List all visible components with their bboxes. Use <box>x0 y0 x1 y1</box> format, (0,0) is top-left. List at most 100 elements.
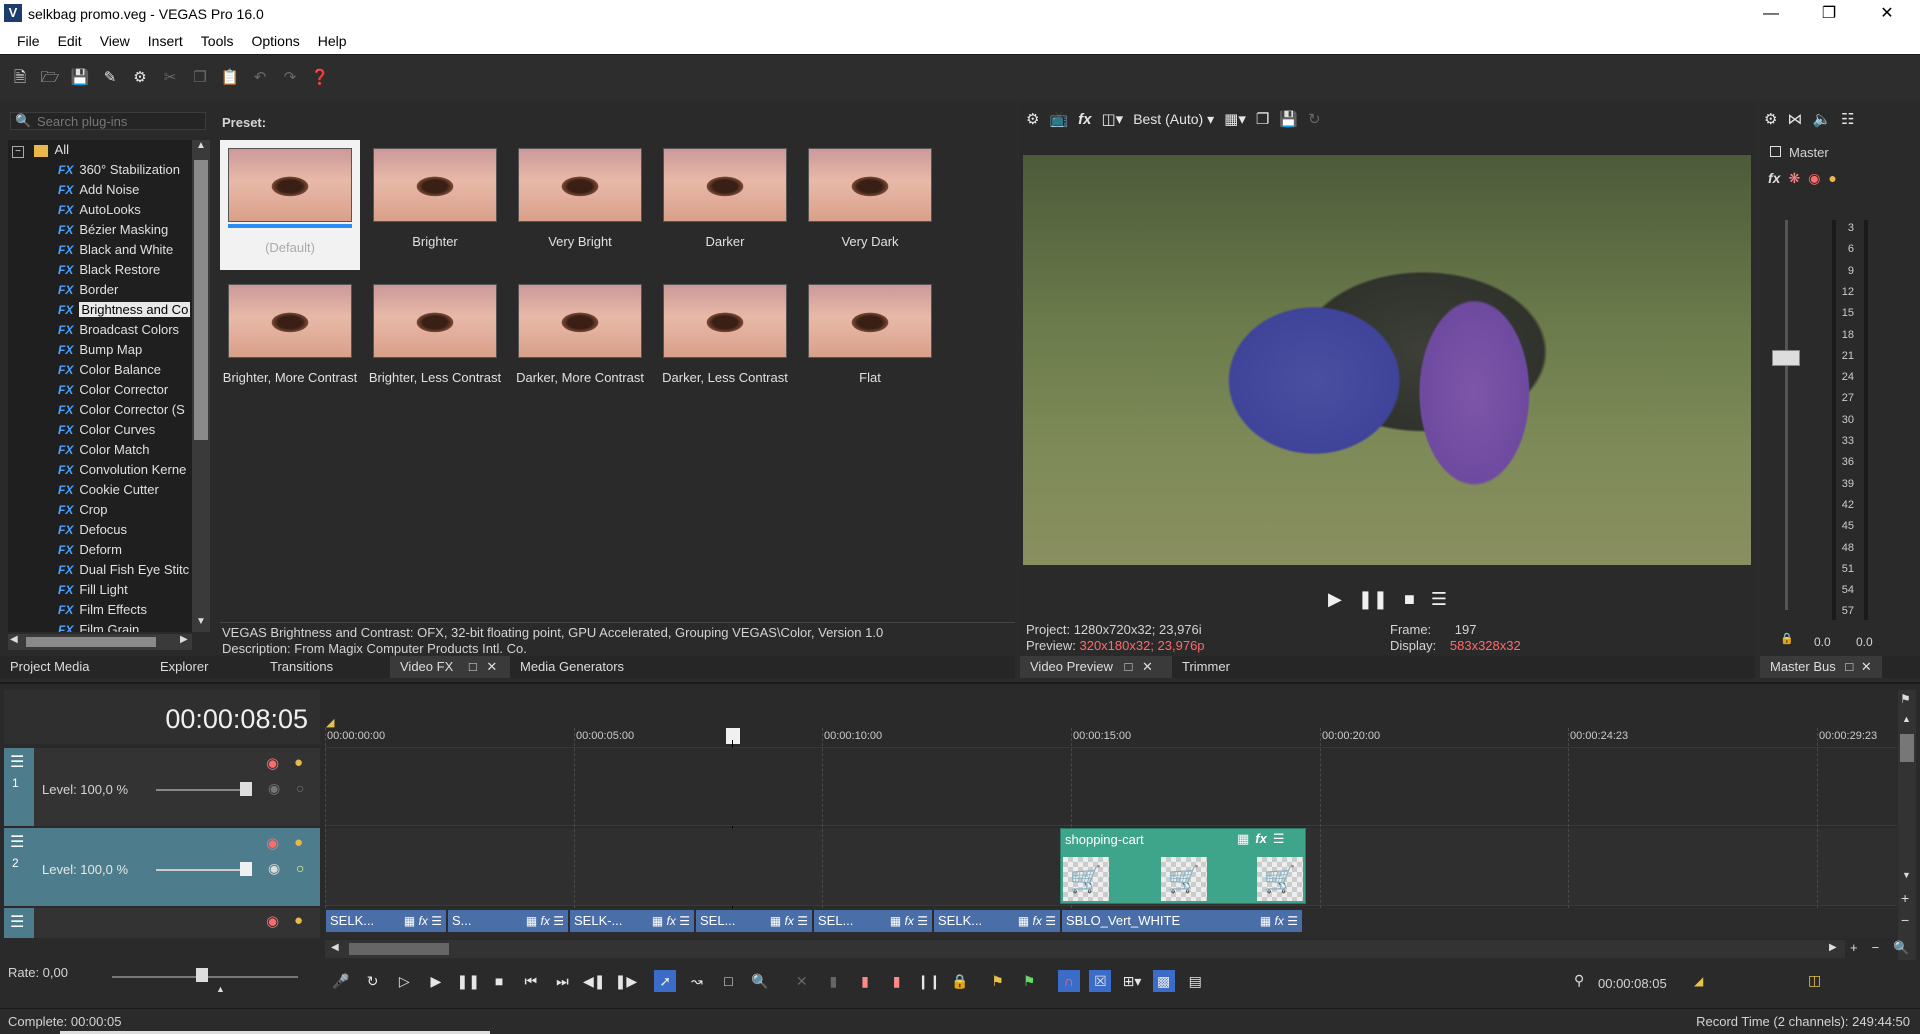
restore-button[interactable]: ❐ <box>1800 0 1858 28</box>
next-frame-icon[interactable]: ❚▶ <box>615 970 638 992</box>
tab-trimmer[interactable]: Trimmer <box>1172 656 1272 678</box>
delete-icon[interactable]: ✕ <box>791 970 813 992</box>
scroll-up-icon[interactable]: ▲ <box>1902 714 1911 724</box>
scroll-left-icon[interactable]: ◀ <box>331 942 339 953</box>
downmix-icon[interactable]: ⋈ <box>1787 110 1802 128</box>
plugin-list-hscrollbar[interactable]: ◀ ▶ <box>8 634 192 650</box>
menu-tools[interactable]: Tools <box>192 33 243 49</box>
plugin-item[interactable]: FX Border <box>8 280 192 300</box>
overlays-grid-icon[interactable]: ▦▾ <box>1224 110 1246 128</box>
track-menu-icon[interactable]: ☰ <box>10 752 24 772</box>
speaker-icon[interactable]: 🔈 <box>1812 110 1831 128</box>
normal-edit-tool-icon[interactable]: ➚ <box>654 970 677 992</box>
timeline-vscrollbar[interactable]: ⚑ ▲ ▼ + − <box>1898 690 1916 960</box>
lock-group-icon[interactable]: ▩ <box>1152 970 1175 992</box>
pan-crop-icon[interactable]: ▦ <box>770 914 781 928</box>
pan-crop-icon[interactable]: ▦ <box>1018 914 1029 928</box>
plugin-item[interactable]: FX Dual Fish Eye Stitc <box>8 560 192 580</box>
track-2-header[interactable]: ☰ 2 Level: 100,0 % ◉ ● ◉ ○ <box>4 828 320 906</box>
track-solo-icon[interactable]: ● <box>294 912 303 929</box>
pan-crop-icon[interactable]: ▦ <box>890 914 901 928</box>
mute-icon[interactable]: ◉ <box>1808 170 1820 187</box>
track-menu-icon[interactable]: ☰ <box>10 832 24 852</box>
save-snapshot-icon[interactable]: 💾 <box>1279 110 1298 128</box>
hscroll-thumb[interactable] <box>26 637 156 647</box>
scroll-thumb[interactable] <box>194 160 208 440</box>
insert-marker-icon[interactable]: ⚑ <box>987 970 1009 992</box>
menu-view[interactable]: View <box>91 33 139 49</box>
menu-options[interactable]: Options <box>242 33 308 49</box>
plugin-item[interactable]: FX Black and White <box>8 240 192 260</box>
zoom-out-h-icon[interactable]: − <box>1872 940 1880 956</box>
scroll-right-icon[interactable]: ▶ <box>1829 942 1837 953</box>
pan-crop-icon[interactable]: ▦ <box>1237 831 1249 847</box>
hscroll-thumb[interactable] <box>349 943 449 955</box>
plugin-item[interactable]: FX Color Balance <box>8 360 192 380</box>
automation-icon[interactable]: ❋ <box>1788 170 1800 187</box>
menu-insert[interactable]: Insert <box>139 33 192 49</box>
scroll-up-icon[interactable]: ▲ <box>196 140 206 151</box>
copy-icon[interactable]: ❐ <box>190 68 210 88</box>
play-from-start-icon[interactable]: ▷ <box>393 970 415 992</box>
undock-icon[interactable]: □ <box>1125 659 1133 674</box>
timeline-clip[interactable]: SELK... ▦ fx ☰ <box>934 910 1060 932</box>
prev-frame-icon[interactable]: ◀❚ <box>583 970 606 992</box>
master-fx-icon[interactable]: fx <box>1768 170 1780 187</box>
zoom-tool-icon[interactable]: 🔍 <box>1893 940 1909 956</box>
stop-icon[interactable]: ■ <box>1404 589 1415 610</box>
properties-gear-icon[interactable]: ⚙ <box>130 68 150 88</box>
close-tab-icon[interactable]: ✕ <box>1142 659 1153 674</box>
selection-marker-icon[interactable]: ◢ <box>1694 974 1703 988</box>
track-1-lane[interactable] <box>325 748 1897 826</box>
clip-fx-icon[interactable]: fx <box>541 914 550 928</box>
vscroll-thumb[interactable] <box>1900 734 1914 762</box>
tab-project-media[interactable]: Project Media <box>0 656 150 678</box>
split-screen-icon[interactable]: ◫▾ <box>1101 110 1123 128</box>
level-slider-thumb[interactable] <box>240 782 252 796</box>
go-to-end-icon[interactable]: ⏭ <box>551 970 573 992</box>
master-fader-handle[interactable] <box>1772 350 1800 366</box>
preset-thumbnail[interactable]: Brighter, More Contrast <box>220 276 360 406</box>
preset-thumbnail[interactable]: Darker <box>655 140 795 270</box>
timeline-clip[interactable]: SELK... ▦ fx ☰ <box>326 910 446 932</box>
menu-help[interactable]: Help <box>309 33 356 49</box>
close-tab-icon[interactable]: ✕ <box>486 659 497 674</box>
plugin-item[interactable]: FX Color Corrector (S <box>8 400 192 420</box>
clip-fx-icon[interactable]: fx <box>1255 831 1267 847</box>
zoom-out-icon[interactable]: − <box>1901 912 1909 928</box>
new-file-icon[interactable]: 🗎 <box>10 68 30 88</box>
preset-thumbnail[interactable]: Flat <box>800 276 940 406</box>
lock-envelopes-icon[interactable]: 🔒 <box>949 970 971 992</box>
track-solo-icon[interactable]: ● <box>294 754 303 771</box>
tab-video-preview[interactable]: Video Preview □ ✕ <box>1020 656 1172 678</box>
clip-menu-icon[interactable]: ☰ <box>1287 914 1298 928</box>
clip-menu-icon[interactable]: ☰ <box>679 914 690 928</box>
clip-menu-icon[interactable]: ☰ <box>797 914 808 928</box>
track-mute-icon[interactable]: ◉ <box>266 912 279 930</box>
insert-region-icon[interactable]: ⚑ <box>1018 970 1040 992</box>
preview-properties-gear-icon[interactable]: ⚙ <box>1026 110 1039 128</box>
plugin-item[interactable]: FX Film Effects <box>8 600 192 620</box>
timeline-clip[interactable]: SBLO_Vert_WHITE ▦ fx ☰ <box>1062 910 1302 932</box>
clip-menu-icon[interactable]: ☰ <box>1045 914 1056 928</box>
track-solo-icon[interactable]: ● <box>294 834 303 851</box>
loop-playback-icon[interactable]: ↻ <box>362 970 384 992</box>
scroll-down-icon[interactable]: ▼ <box>196 616 206 627</box>
stop-icon[interactable]: ■ <box>488 970 510 992</box>
envelope-tool-icon[interactable]: ↝ <box>686 970 708 992</box>
clip-menu-icon[interactable]: ☰ <box>553 914 564 928</box>
auto-ripple-icon[interactable]: ⊞▾ <box>1121 970 1143 992</box>
solo-icon[interactable]: ● <box>1828 170 1836 187</box>
pan-crop-icon[interactable]: ▦ <box>1260 914 1271 928</box>
plugin-item[interactable]: FX Film Grain <box>8 620 192 632</box>
clip-menu-icon[interactable]: ☰ <box>917 914 928 928</box>
zoom-in-icon[interactable]: + <box>1901 890 1909 906</box>
tab-video-fx[interactable]: Video FX □ ✕ <box>390 656 510 678</box>
plugin-item[interactable]: FX Black Restore <box>8 260 192 280</box>
ignore-grouping-icon[interactable]: ▤ <box>1184 970 1206 992</box>
tab-transitions[interactable]: Transitions <box>260 656 390 678</box>
track-1-header[interactable]: ☰ 1 Level: 100,0 % ◉ ● ◉ ○ <box>4 748 320 826</box>
rate-slider-thumb[interactable] <box>196 968 208 982</box>
preset-thumbnail[interactable]: Darker, Less Contrast <box>655 276 795 406</box>
close-button[interactable]: ✕ <box>1858 0 1916 28</box>
